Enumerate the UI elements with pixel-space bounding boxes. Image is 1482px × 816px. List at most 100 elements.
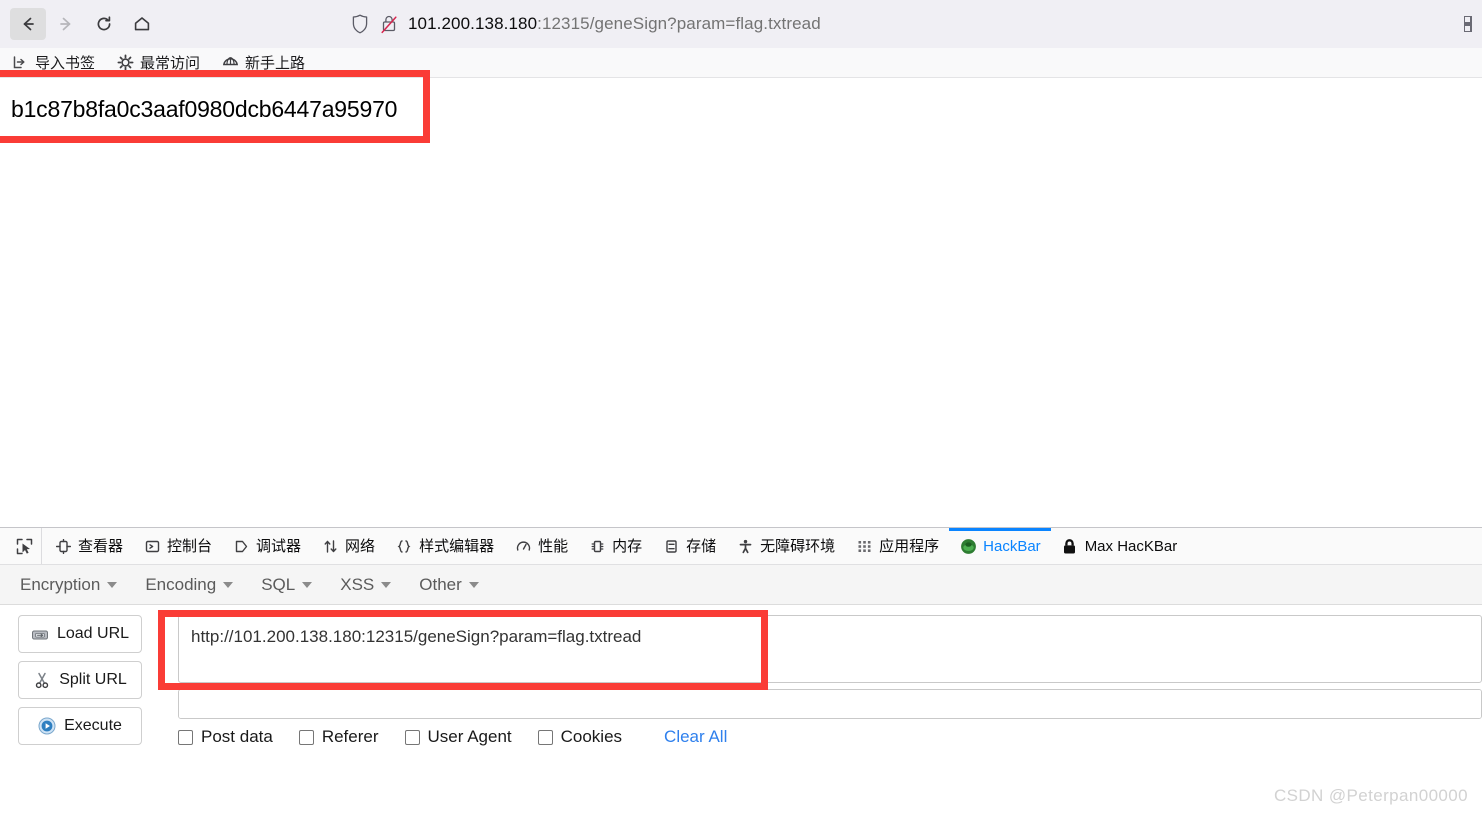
checkbox-user-agent[interactable]: User Agent bbox=[404, 727, 512, 747]
tab-style-editor[interactable]: 样式编辑器 bbox=[385, 528, 504, 564]
hackbar-fields bbox=[178, 615, 1482, 719]
url-host: 101.200.138.180 bbox=[408, 14, 538, 33]
element-picker-button[interactable] bbox=[8, 528, 42, 564]
tab-performance[interactable]: 性能 bbox=[504, 528, 578, 564]
bookmark-getting-started[interactable]: 新手上路 bbox=[222, 52, 305, 73]
import-bookmarks-icon bbox=[13, 56, 25, 69]
reload-button[interactable] bbox=[86, 8, 122, 40]
performance-icon bbox=[514, 537, 532, 555]
debugger-icon bbox=[232, 537, 250, 555]
checkbox-label: Post data bbox=[201, 727, 273, 746]
lock-icon bbox=[1061, 537, 1079, 555]
console-icon bbox=[143, 537, 161, 555]
checkbox-cookies[interactable]: Cookies bbox=[537, 727, 623, 747]
menu-sql[interactable]: SQL bbox=[261, 574, 313, 595]
bookmark-label: 导入书签 bbox=[35, 55, 96, 72]
lock-slash-icon[interactable] bbox=[380, 13, 398, 35]
checkbox-referer[interactable]: Referer bbox=[298, 727, 379, 747]
tab-label: 控制台 bbox=[167, 537, 213, 555]
url-bar[interactable]: 101.200.138.180:12315/geneSign?param=fla… bbox=[334, 6, 1394, 42]
shield-icon[interactable] bbox=[350, 13, 370, 35]
menu-label: Encoding bbox=[145, 574, 217, 594]
split-url-button[interactable]: Split URL bbox=[18, 661, 142, 699]
home-button[interactable] bbox=[124, 8, 160, 40]
checkbox-post-data[interactable]: Post data bbox=[178, 727, 273, 747]
tab-console[interactable]: 控制台 bbox=[133, 528, 222, 564]
checkbox-label: Cookies bbox=[560, 727, 623, 746]
bookmark-import[interactable]: 导入书签 bbox=[12, 52, 95, 73]
tab-memory[interactable]: 内存 bbox=[578, 528, 652, 564]
devtools-tabbar: 查看器 控制台 调试器 网络 样式编辑器 性能 内存 存储 无障碍环境 应用程序… bbox=[0, 528, 1482, 565]
menu-encoding[interactable]: Encoding bbox=[145, 574, 234, 595]
page-content: b1c87b8fa0c3aaf0980dcb6447a95970 bbox=[0, 78, 1482, 527]
load-url-button[interactable]: Load URL bbox=[18, 615, 142, 653]
menu-label: Other bbox=[419, 574, 462, 594]
checkbox-label: User Agent bbox=[427, 727, 512, 746]
execute-button[interactable]: Execute bbox=[18, 707, 142, 745]
url-input[interactable] bbox=[178, 615, 1482, 683]
checkbox-box[interactable] bbox=[178, 729, 193, 745]
tab-network[interactable]: 网络 bbox=[311, 528, 385, 564]
tab-inspector[interactable]: 查看器 bbox=[44, 528, 133, 564]
bookmark-label: 新手上路 bbox=[245, 55, 306, 72]
scissors-icon bbox=[33, 671, 51, 689]
tab-label: 存储 bbox=[686, 537, 717, 555]
tab-label: Max HacKBar bbox=[1084, 537, 1178, 555]
inspector-icon bbox=[54, 537, 72, 555]
tab-label: HackBar bbox=[983, 537, 1041, 555]
home-icon bbox=[134, 17, 150, 31]
application-icon bbox=[855, 537, 873, 555]
menu-label: SQL bbox=[261, 574, 296, 594]
url-path: :12315/geneSign?param=flag.txtread bbox=[537, 14, 821, 33]
tab-debugger[interactable]: 调试器 bbox=[222, 528, 311, 564]
menu-label: Encryption bbox=[20, 574, 101, 594]
tab-label: 应用程序 bbox=[879, 537, 940, 555]
extensions-overflow-icon[interactable] bbox=[1463, 15, 1480, 37]
browser-toolbar: 101.200.138.180:12315/geneSign?param=fla… bbox=[0, 0, 1482, 48]
url-bar-icons bbox=[350, 13, 398, 35]
tab-label: 样式编辑器 bbox=[419, 537, 495, 555]
play-icon bbox=[38, 717, 56, 735]
checkbox-label: Referer bbox=[321, 727, 379, 746]
globe-icon bbox=[222, 57, 239, 66]
tab-label: 无障碍环境 bbox=[760, 537, 836, 555]
forward-button[interactable] bbox=[48, 8, 84, 40]
back-arrow-icon bbox=[23, 17, 34, 31]
hackbar-body: Load URL Split URL Execute http://101.20… bbox=[0, 605, 1482, 816]
tab-hackbar[interactable]: HackBar bbox=[949, 528, 1051, 564]
button-label: Load URL bbox=[56, 625, 130, 642]
chevron-down-icon bbox=[381, 581, 392, 588]
tab-label: 性能 bbox=[538, 537, 569, 555]
back-button[interactable] bbox=[10, 8, 46, 40]
hackbar-menubar: Encryption Encoding SQL XSS Other bbox=[0, 565, 1482, 605]
checkbox-box[interactable] bbox=[537, 729, 553, 745]
tab-accessibility[interactable]: 无障碍环境 bbox=[726, 528, 845, 564]
accessibility-icon bbox=[736, 537, 754, 555]
post-data-input[interactable] bbox=[178, 689, 1482, 719]
checkbox-box[interactable] bbox=[404, 729, 420, 745]
bookmarks-bar: 导入书签 最常访问 新手上路 bbox=[0, 48, 1482, 78]
reload-icon bbox=[97, 16, 111, 31]
tab-label: 调试器 bbox=[256, 537, 302, 555]
button-label: Split URL bbox=[59, 671, 127, 688]
checkbox-box[interactable] bbox=[298, 729, 314, 745]
menu-other[interactable]: Other bbox=[419, 575, 479, 595]
memory-icon bbox=[588, 537, 606, 555]
network-icon bbox=[321, 537, 339, 555]
clear-all-link[interactable]: Clear All bbox=[664, 727, 727, 747]
bookmark-most-visited[interactable]: 最常访问 bbox=[117, 52, 200, 73]
tab-application[interactable]: 应用程序 bbox=[845, 528, 949, 564]
button-label: Execute bbox=[64, 717, 122, 734]
element-picker-icon bbox=[16, 538, 33, 554]
hackbar-options-row: Post data Referer User Agent Cookies Cle… bbox=[178, 727, 727, 747]
tab-max-hackbar[interactable]: Max HacKBar bbox=[1051, 528, 1188, 564]
response-hash-text: b1c87b8fa0c3aaf0980dcb6447a95970 bbox=[11, 96, 398, 122]
hackbar-icon bbox=[959, 537, 977, 555]
menu-xss[interactable]: XSS bbox=[340, 575, 392, 595]
tab-storage[interactable]: 存储 bbox=[652, 528, 726, 564]
menu-encryption[interactable]: Encryption bbox=[20, 574, 118, 595]
style-editor-icon bbox=[395, 537, 413, 555]
browser-window: 101.200.138.180:12315/geneSign?param=fla… bbox=[0, 0, 1482, 816]
forward-arrow-icon bbox=[60, 17, 71, 31]
chevron-down-icon bbox=[468, 581, 479, 588]
